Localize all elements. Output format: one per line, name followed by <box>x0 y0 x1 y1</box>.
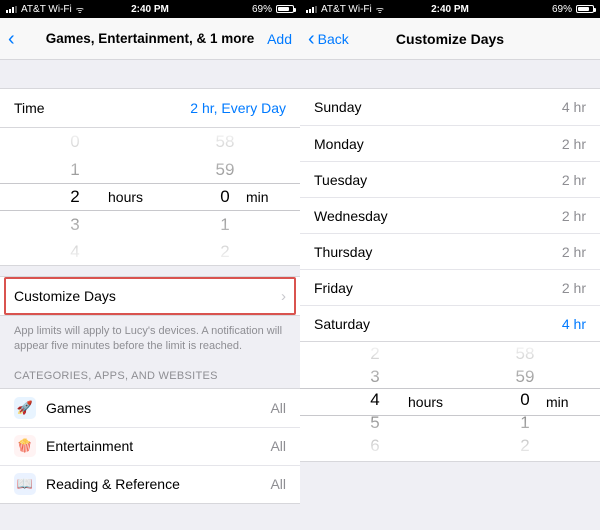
day-value: 2 hr <box>562 244 586 260</box>
time-row[interactable]: Time 2 hr, Every Day <box>0 88 300 128</box>
day-value: 2 hr <box>562 172 586 188</box>
day-row[interactable]: Saturday 4 hr <box>300 305 600 341</box>
time-picker[interactable]: 1234567 5758590123 hours min <box>300 342 600 462</box>
customize-days-row[interactable]: Customize Days › <box>0 276 300 316</box>
nav-bar: ‹ Back Customize Days <box>300 18 600 60</box>
nav-title: Games, Entertainment, & 1 more <box>0 31 300 46</box>
footnote: App limits will apply to Lucy's devices.… <box>0 316 300 358</box>
chevron-left-icon: ‹ <box>308 29 315 49</box>
day-label: Friday <box>314 280 353 296</box>
picker-hours-column[interactable]: 1234567 <box>300 342 450 461</box>
category-label: Entertainment <box>46 438 133 454</box>
chevron-left-icon: ‹ <box>8 29 15 49</box>
category-value: All <box>270 476 286 492</box>
battery-icon <box>276 5 294 13</box>
day-value: 2 hr <box>562 136 586 152</box>
day-label: Monday <box>314 136 364 152</box>
category-label: Games <box>46 400 91 416</box>
day-label: Sunday <box>314 99 361 115</box>
screen-customize-days: AT&T Wi-Fi ᯤ 2:40 PM 69% ‹ Back Customiz… <box>300 0 600 530</box>
day-label: Saturday <box>314 316 370 332</box>
category-icon: 🍿 <box>14 435 36 457</box>
category-icon: 🚀 <box>14 397 36 419</box>
picker-minutes-column[interactable]: 5758590123 <box>150 128 300 265</box>
day-label: Wednesday <box>314 208 388 224</box>
picker-hours-column[interactable]: 012345 <box>0 128 150 265</box>
day-value: 2 hr <box>562 280 586 296</box>
back-button[interactable]: ‹ <box>8 29 16 49</box>
day-row[interactable]: Wednesday 2 hr <box>300 197 600 233</box>
day-label: Tuesday <box>314 172 367 188</box>
status-bar: AT&T Wi-Fi ᯤ 2:40 PM 69% <box>0 0 300 18</box>
day-row[interactable]: Sunday 4 hr <box>300 89 600 125</box>
picker-minutes-column[interactable]: 5758590123 <box>450 342 600 461</box>
battery-icon <box>576 5 594 13</box>
category-row[interactable]: 🍿 Entertainment All <box>0 427 300 465</box>
customize-days-label: Customize Days <box>14 288 116 304</box>
add-button[interactable]: Add <box>267 31 292 47</box>
day-row[interactable]: Friday 2 hr <box>300 269 600 305</box>
nav-bar: ‹ Games, Entertainment, & 1 more Add <box>0 18 300 60</box>
status-time: 2:40 PM <box>0 4 300 15</box>
chevron-right-icon: › <box>281 288 286 305</box>
status-time: 2:40 PM <box>300 4 600 15</box>
category-row[interactable]: 📖 Reading & Reference All <box>0 465 300 503</box>
day-row[interactable]: Tuesday 2 hr <box>300 161 600 197</box>
category-label: Reading & Reference <box>46 476 180 492</box>
time-label: Time <box>14 100 45 116</box>
day-value: 4 hr <box>562 316 586 332</box>
category-value: All <box>270 400 286 416</box>
screen-app-limits: AT&T Wi-Fi ᯤ 2:40 PM 69% ‹ Games, Entert… <box>0 0 300 530</box>
categories-group: 🚀 Games All 🍿 Entertainment All 📖 Reading & Ref… <box>0 388 300 504</box>
time-value: 2 hr, Every Day <box>190 100 286 116</box>
day-value: 4 hr <box>562 99 586 115</box>
categories-header: CATEGORIES, APPS, AND WEBSITES <box>0 358 300 388</box>
back-button[interactable]: ‹ Back <box>308 29 349 49</box>
day-label: Thursday <box>314 244 372 260</box>
day-row[interactable]: Monday 2 hr <box>300 125 600 161</box>
back-label: Back <box>318 31 349 47</box>
category-icon: 📖 <box>14 473 36 495</box>
category-row[interactable]: 🚀 Games All <box>0 389 300 427</box>
time-picker[interactable]: 012345 5758590123 hours min <box>0 128 300 266</box>
status-bar: AT&T Wi-Fi ᯤ 2:40 PM 69% <box>300 0 600 18</box>
day-value: 2 hr <box>562 208 586 224</box>
day-row[interactable]: Thursday 2 hr <box>300 233 600 269</box>
days-group: Sunday4 hrMonday2 hrTuesday2 hrWednesday… <box>300 88 600 342</box>
category-value: All <box>270 438 286 454</box>
